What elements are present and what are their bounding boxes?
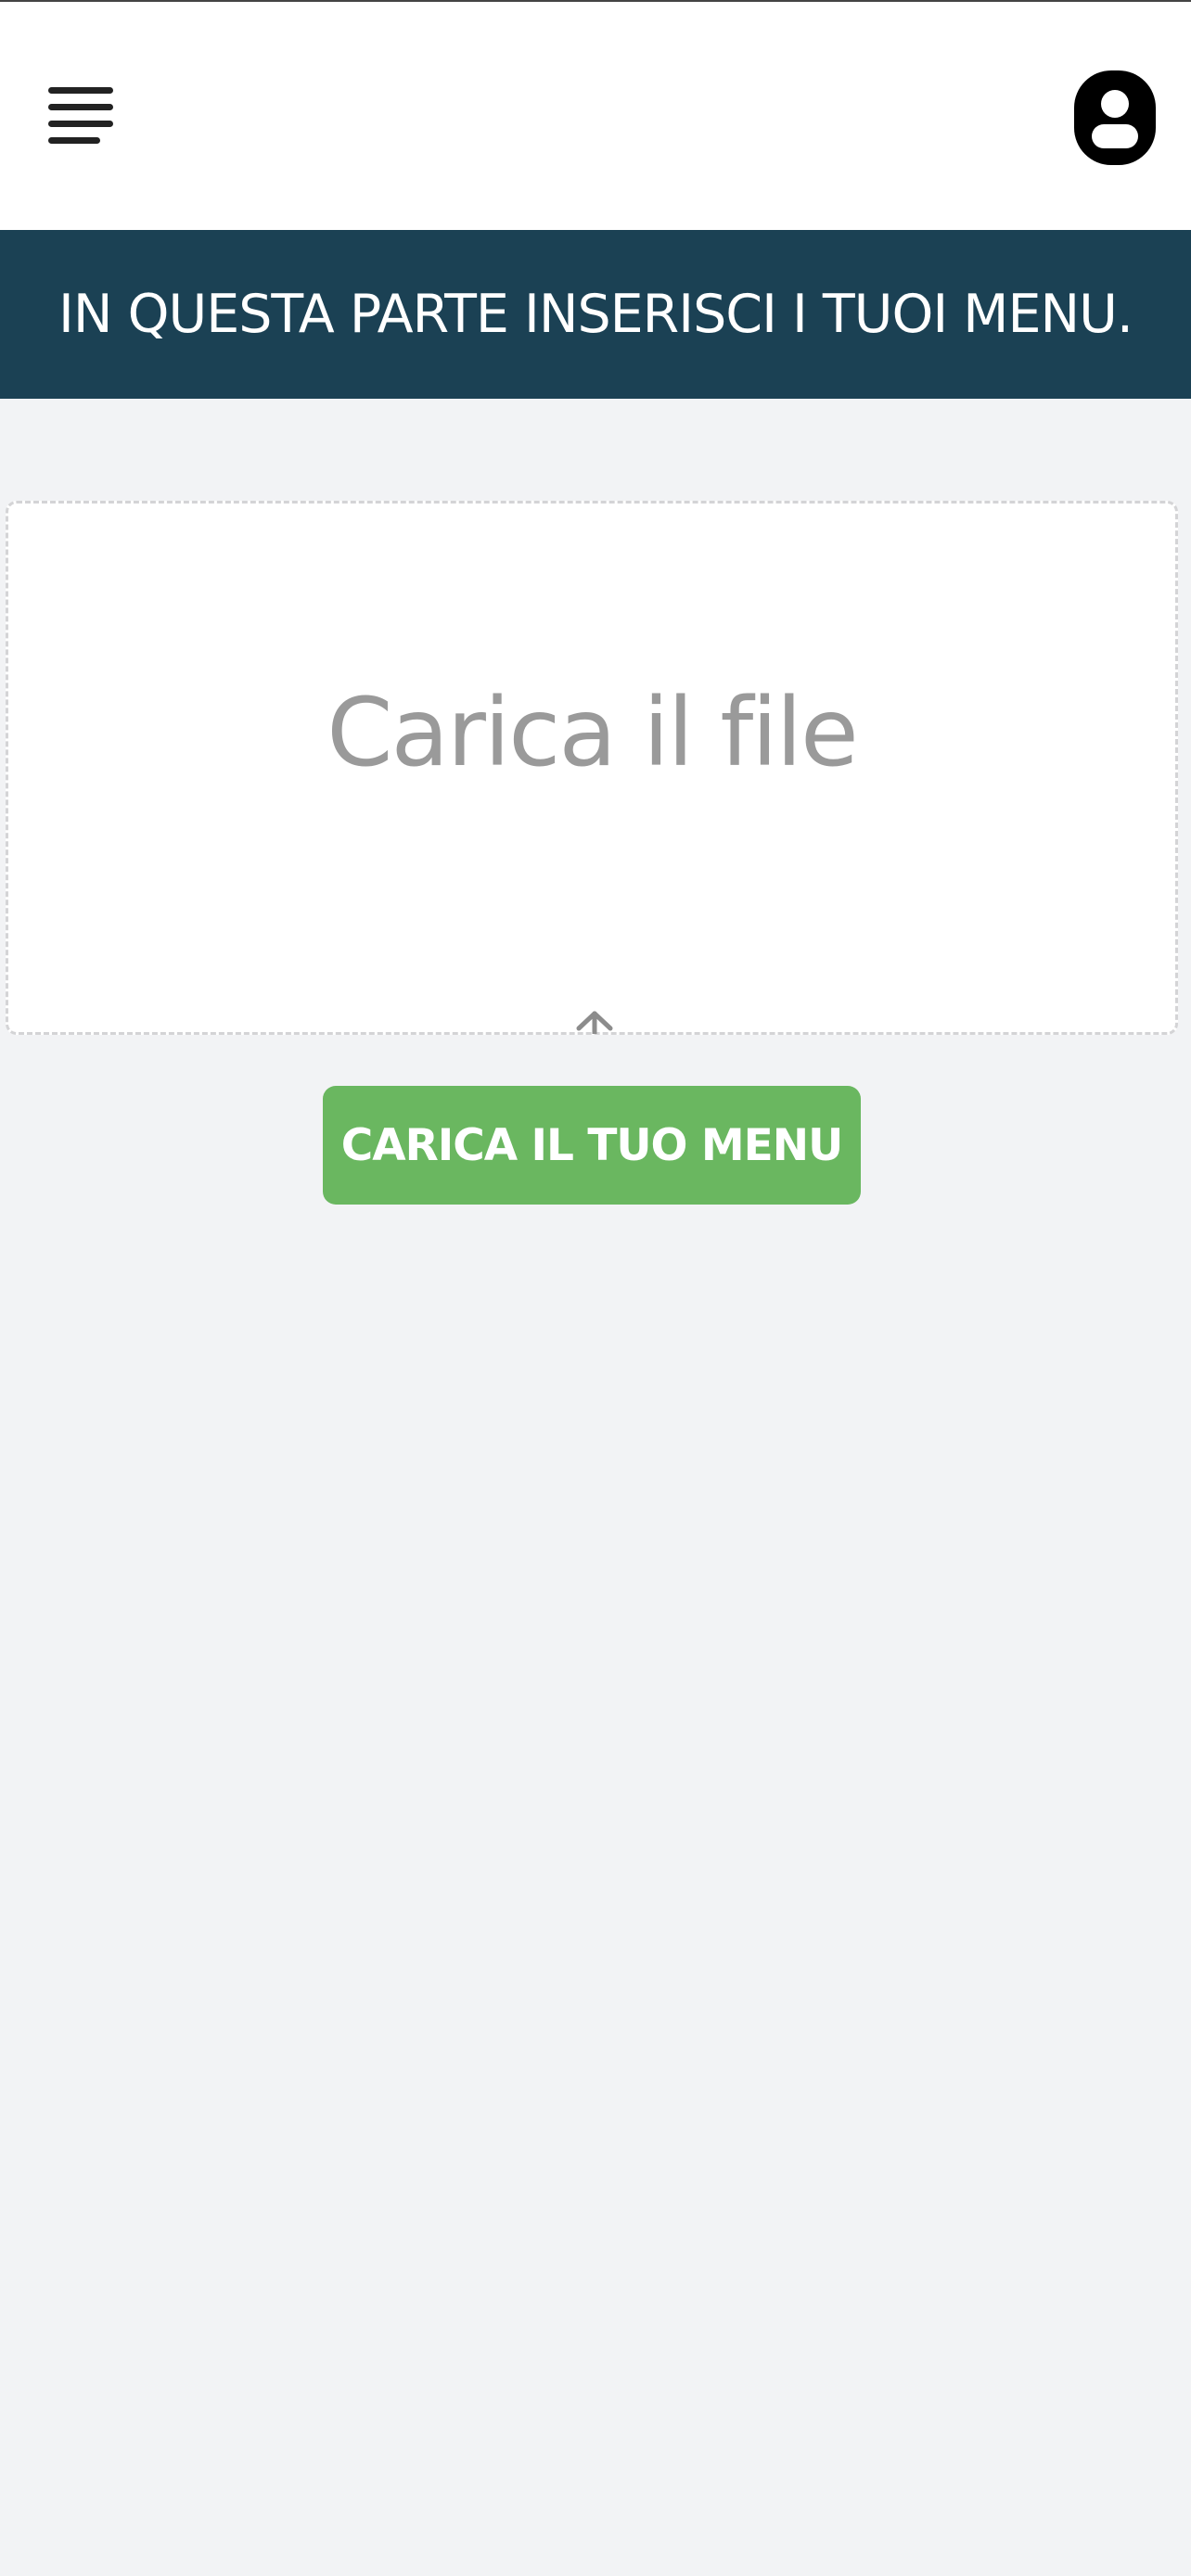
hamburger-menu-icon[interactable]	[48, 87, 117, 145]
upload-menu-button-label: CARICA IL TUO MENU	[340, 1119, 843, 1171]
top-navigation-bar	[0, 0, 1191, 230]
banner-text: IN QUESTA PARTE INSERISCI I TUOI MENU.	[58, 284, 1133, 345]
user-profile-icon[interactable]	[1072, 69, 1158, 167]
dropzone-label: Carica il file	[327, 678, 858, 788]
upload-menu-button[interactable]: CARICA IL TUO MENU	[323, 1086, 861, 1205]
file-upload-dropzone[interactable]: Carica il file	[6, 501, 1178, 1037]
instruction-banner: IN QUESTA PARTE INSERISCI I TUOI MENU.	[0, 230, 1191, 399]
upload-arrow-icon	[575, 1008, 614, 1037]
